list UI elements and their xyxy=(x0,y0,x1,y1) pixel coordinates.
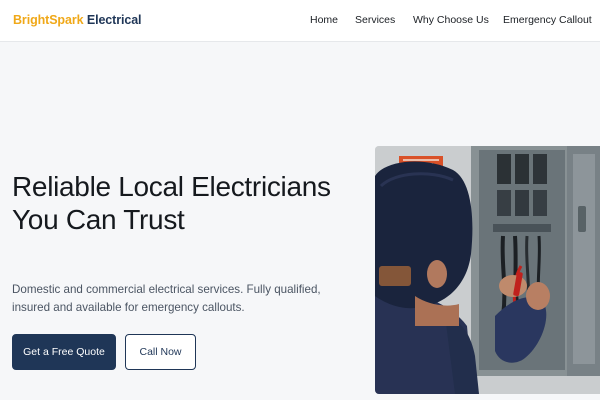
call-now-button[interactable]: Call Now xyxy=(125,334,196,370)
main-nav: Home Services Why Choose Us Emergency Ca… xyxy=(0,14,600,30)
page: BrightSpark Electrical Home Services Why… xyxy=(0,0,600,400)
get-free-quote-button[interactable]: Get a Free Quote xyxy=(12,334,116,370)
hero-title: Reliable Local Electricians You Can Trus… xyxy=(12,171,331,235)
nav-link-home[interactable]: Home xyxy=(310,14,338,26)
nav-link-why-choose-us[interactable]: Why Choose Us xyxy=(413,14,489,26)
site-header: BrightSpark Electrical Home Services Why… xyxy=(0,0,600,42)
nav-link-emergency-callout[interactable]: Emergency Callout xyxy=(503,14,592,26)
hero-subtitle: Domestic and commercial electrical servi… xyxy=(12,283,321,314)
nav-link-services[interactable]: Services xyxy=(355,14,395,26)
hero-image-electrician xyxy=(375,146,600,394)
